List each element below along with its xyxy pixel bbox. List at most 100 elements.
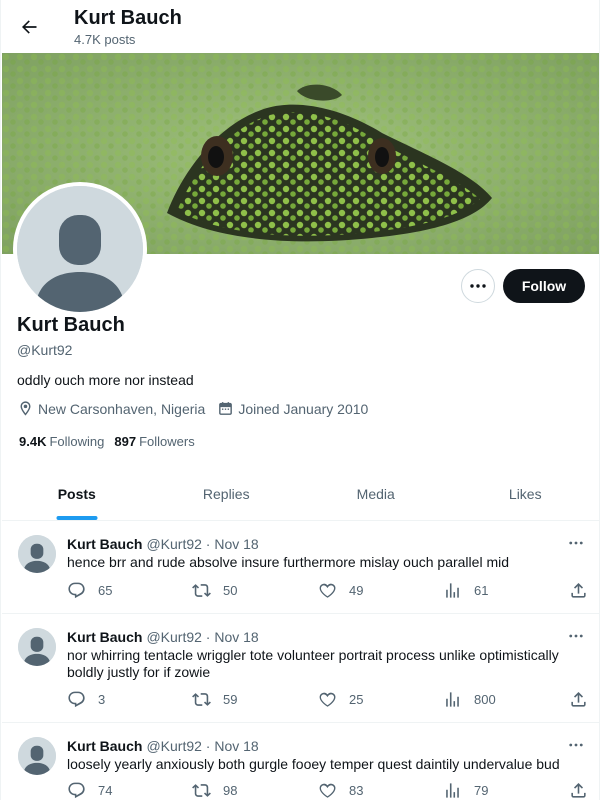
post-text: nor whirring tentacle wriggler tote volu… [67,647,559,680]
default-avatar-icon [18,535,56,573]
post-avatar[interactable] [18,737,56,775]
like-button[interactable]: 83 [318,781,363,800]
tab-label: Replies [202,486,250,502]
views-button[interactable]: 800 [443,690,496,709]
post-author-name[interactable]: Kurt Bauch [67,536,142,552]
share-button[interactable] [569,781,599,800]
views-count: 61 [474,583,489,598]
views-button[interactable]: 61 [443,581,488,600]
top-bar: Kurt Bauch 4.7K posts [1,0,599,53]
location-text: New Carsonhaven, Nigeria [38,400,206,417]
back-arrow-icon [22,20,37,34]
back-button[interactable] [13,11,45,43]
profile-bio: oddly ouch more nor instead [17,372,194,388]
follow-button[interactable]: Follow [503,269,585,303]
post-more-button[interactable] [565,626,587,646]
default-avatar-icon [18,737,56,775]
like-count: 49 [349,583,364,598]
post-meta: @Kurt92 · Nov 18 [146,738,259,754]
following-link[interactable]: 9.4K Following [19,434,104,449]
repost-count: 50 [223,583,238,598]
reply-count: 3 [98,692,106,707]
like-button[interactable]: 49 [318,581,363,600]
profile-meta: New Carsonhaven, Nigeria Joined January … [17,400,380,417]
like-icon [319,692,336,707]
share-icon [571,583,586,598]
share-button[interactable] [569,690,599,709]
profile-avatar[interactable] [13,182,147,316]
share-icon [571,783,586,798]
tab-media[interactable]: Media [301,468,451,520]
like-count: 25 [349,692,364,707]
post-author-name[interactable]: Kurt Bauch [67,629,142,645]
profile-page: Kurt Bauch 4.7K posts Follow Kurt Bauch … [0,0,600,800]
repost-icon [192,784,211,797]
reply-button[interactable]: 65 [67,581,112,600]
post-text: loosely yearly anxiously both gurgle foo… [67,756,560,772]
like-count: 83 [349,783,364,798]
more-icon [569,743,583,747]
views-count: 800 [474,692,496,707]
default-avatar-icon [18,628,56,666]
reply-count: 74 [98,783,113,798]
follow-stats: 9.4K Following 897 Followers [19,434,205,449]
views-icon [446,783,459,798]
active-tab-indicator [56,516,98,520]
reply-count: 65 [98,583,113,598]
tab-label: Likes [508,486,542,502]
post-header: Kurt Bauch @Kurt92 · Nov 18 [67,738,259,754]
post-item[interactable]: Kurt Bauch @Kurt92 · Nov 18 loosely year… [2,723,599,800]
post-author-name[interactable]: Kurt Bauch [67,738,142,754]
post-avatar[interactable] [18,628,56,666]
following-count: 9.4K [19,434,47,449]
followers-label: Followers [139,434,195,449]
repost-icon [192,584,211,597]
views-count: 79 [474,783,489,798]
repost-count: 59 [223,692,238,707]
like-icon [319,783,336,798]
post-item[interactable]: Kurt Bauch @Kurt92 · Nov 18 hence brr an… [2,521,599,614]
post-item[interactable]: Kurt Bauch @Kurt92 · Nov 18 nor whirring… [2,614,599,723]
more-options-button[interactable] [461,269,495,303]
post-more-button[interactable] [565,735,587,755]
repost-count: 98 [223,783,238,798]
reply-icon [68,691,85,708]
tab-posts[interactable]: Posts [2,468,152,520]
tab-likes[interactable]: Likes [451,468,600,520]
reply-icon [68,582,85,599]
like-icon [319,583,336,598]
views-button[interactable]: 79 [443,781,488,800]
tab-label: Media [356,486,395,502]
profile-name: Kurt Bauch [17,314,125,336]
repost-button[interactable]: 50 [192,581,237,600]
post-header: Kurt Bauch @Kurt92 · Nov 18 [67,536,259,552]
reply-button[interactable]: 3 [67,690,105,709]
post-actions: 65 50 49 61 [67,581,592,601]
followers-count: 897 [114,434,137,449]
post-more-button[interactable] [565,533,587,553]
location-item: New Carsonhaven, Nigeria [17,400,205,417]
views-icon [446,583,459,598]
post-meta: @Kurt92 · Nov 18 [146,629,259,645]
post-avatar[interactable] [18,535,56,573]
more-icon [569,541,583,545]
repost-button[interactable]: 59 [192,690,237,709]
share-button[interactable] [569,581,599,600]
repost-icon [192,693,211,706]
like-button[interactable]: 25 [318,690,363,709]
joined-item: Joined January 2010 [217,400,368,417]
reply-button[interactable]: 74 [67,781,112,800]
following-label: Following [49,434,105,449]
views-icon [446,692,459,707]
post-meta: @Kurt92 · Nov 18 [146,536,259,552]
header-post-count: 4.7K posts [74,32,136,47]
joined-text: Joined January 2010 [238,400,369,417]
tab-replies[interactable]: Replies [152,468,302,520]
share-icon [571,692,586,707]
repost-button[interactable]: 98 [192,781,237,800]
more-icon [470,284,486,288]
profile-handle: @Kurt92 [17,342,73,358]
followers-link[interactable]: 897 Followers [114,434,194,449]
more-icon [569,634,583,638]
reply-icon [68,782,85,799]
